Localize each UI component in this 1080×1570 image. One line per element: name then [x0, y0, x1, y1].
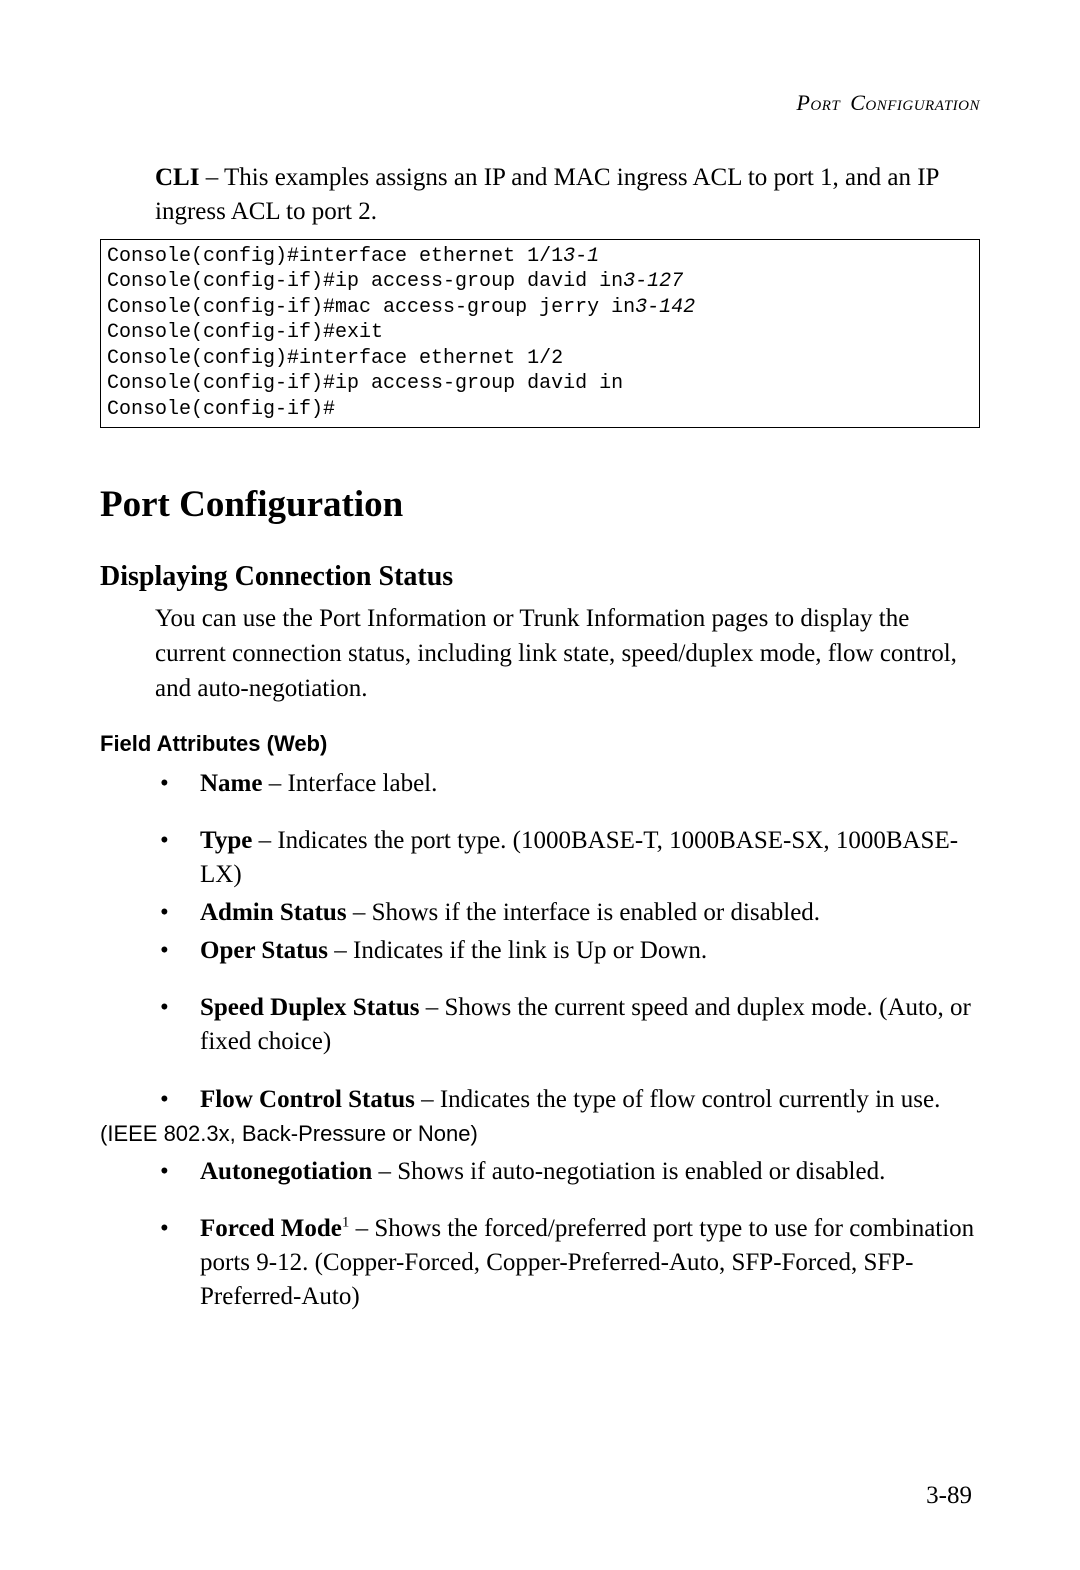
- code-line-1-text: Console(config)#interface ethernet 1/1: [107, 245, 563, 268]
- attribute-list: • Name – Interface label. • Type – Indic…: [155, 767, 980, 1117]
- running-header-word1: Port: [796, 90, 840, 115]
- cli-label: CLI: [155, 164, 199, 191]
- attr-item-admin-status: • Admin Status – Shows if the interface …: [155, 896, 980, 930]
- code-line-3-text: Console(config-if)#mac access-group jerr…: [107, 296, 635, 319]
- code-line-6-text: Console(config-if)#ip access-group david…: [107, 372, 623, 395]
- code-line-7-text: Console(config-if)#: [107, 398, 335, 421]
- attr-term: Oper Status: [200, 937, 328, 964]
- running-header: Port Configuration: [100, 90, 980, 116]
- field-attributes-heading: Field Attributes (Web): [100, 731, 980, 757]
- attr-desc: – Indicates the port type. (1000BASE-T, …: [200, 827, 958, 888]
- code-line-2-text: Console(config-if)#ip access-group david…: [107, 270, 623, 293]
- code-line-5-text: Console(config)#interface ethernet 1/2: [107, 347, 563, 370]
- page-number: 3-89: [926, 1482, 972, 1510]
- attr-term: Admin Status: [200, 899, 347, 926]
- attr-item-flow-control: • Flow Control Status – Indicates the ty…: [155, 1083, 980, 1117]
- attr-term: Name: [200, 770, 262, 797]
- attr-desc: – Interface label.: [262, 770, 437, 797]
- body-paragraph: You can use the Port Information or Trun…: [155, 601, 980, 706]
- attr-term: Forced Mode: [200, 1215, 342, 1242]
- code-line-4-text: Console(config-if)#exit: [107, 321, 383, 344]
- attr-desc: – Indicates the type of flow control cur…: [415, 1086, 941, 1113]
- attribute-list-cont: • Autonegotiation – Shows if auto-negoti…: [155, 1155, 980, 1314]
- attr-term: Flow Control Status: [200, 1086, 415, 1113]
- attr-term: Autonegotiation: [200, 1158, 372, 1185]
- code-line-1-ref: 3-1: [563, 245, 599, 268]
- attr-item-speed-duplex: • Speed Duplex Status – Shows the curren…: [155, 991, 980, 1059]
- cli-intro-paragraph: CLI – This examples assigns an IP and MA…: [155, 161, 980, 229]
- attr-item-type: • Type – Indicates the port type. (1000B…: [155, 824, 980, 892]
- bullet-icon: •: [160, 1212, 169, 1246]
- bullet-icon: •: [160, 991, 169, 1025]
- bullet-icon: •: [160, 824, 169, 858]
- bullet-icon: •: [160, 934, 169, 968]
- attr-desc: – Shows if the interface is enabled or d…: [347, 899, 820, 926]
- code-line-3-ref: 3-142: [635, 296, 695, 319]
- bullet-icon: •: [160, 896, 169, 930]
- attr-desc: – Indicates if the link is Up or Down.: [328, 937, 707, 964]
- flow-control-note: (IEEE 802.3x, Back-Pressure or None): [100, 1121, 980, 1147]
- attr-term: Type: [200, 827, 252, 854]
- cli-intro-text: – This examples assigns an IP and MAC in…: [155, 164, 939, 225]
- bullet-icon: •: [160, 1155, 169, 1189]
- document-page: Port Configuration CLI – This examples a…: [0, 0, 1080, 1570]
- subsection-title: Displaying Connection Status: [100, 561, 980, 593]
- bullet-icon: •: [160, 1083, 169, 1117]
- attr-item-oper-status: • Oper Status – Indicates if the link is…: [155, 934, 980, 968]
- cli-code-block: Console(config)#interface ethernet 1/13-…: [100, 239, 980, 428]
- attr-item-forced-mode: • Forced Mode1 – Shows the forced/prefer…: [155, 1212, 980, 1313]
- attr-desc: – Shows if auto-negotiation is enabled o…: [372, 1158, 885, 1185]
- bullet-icon: •: [160, 767, 169, 801]
- attr-item-autonegotiation: • Autonegotiation – Shows if auto-negoti…: [155, 1155, 980, 1189]
- code-line-2-ref: 3-127: [623, 270, 683, 293]
- running-header-word2: Configuration: [850, 90, 980, 115]
- section-title: Port Configuration: [100, 483, 980, 526]
- attr-item-name: • Name – Interface label.: [155, 767, 980, 801]
- attr-term: Speed Duplex Status: [200, 994, 420, 1021]
